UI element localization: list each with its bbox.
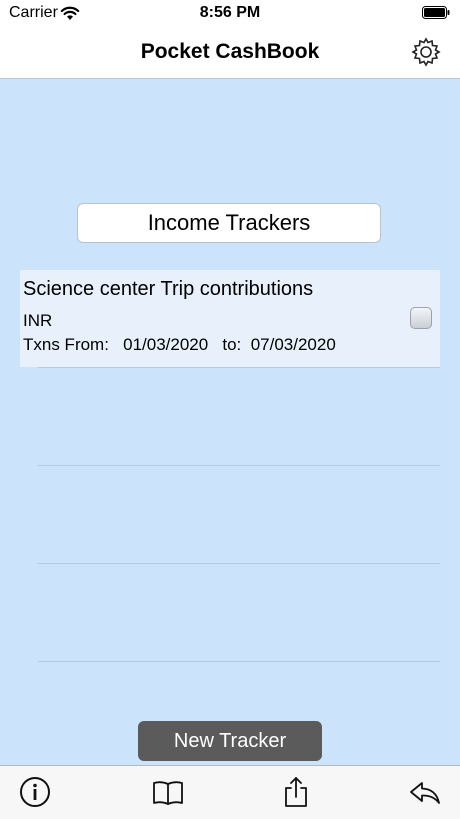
tracker-row[interactable]: Science center Trip contributions INR Tx… [20, 270, 440, 367]
nav-bar: Pocket CashBook [0, 26, 460, 79]
income-trackers-button[interactable]: Income Trackers [77, 203, 381, 243]
info-icon[interactable] [19, 776, 51, 808]
tracker-dates: Txns From: 01/03/2020 to: 07/03/2020 [23, 335, 336, 354]
battery-icon [422, 6, 450, 19]
list-separator [38, 465, 440, 466]
tracker-title: Science center Trip contributions [23, 278, 314, 300]
share-icon[interactable] [280, 776, 312, 808]
new-tracker-button[interactable]: New Tracker [138, 721, 322, 761]
status-bar: Carrier 8:56 PM [0, 0, 460, 26]
bottom-toolbar [0, 765, 460, 819]
list-separator [38, 563, 440, 564]
tracker-currency: INR [23, 311, 53, 330]
list-separator [38, 661, 440, 662]
status-time: 8:56 PM [199, 4, 261, 21]
reply-icon[interactable] [409, 776, 441, 808]
tracker-checkbox[interactable] [410, 307, 432, 329]
gear-icon[interactable] [410, 36, 442, 68]
page-title: Pocket CashBook [140, 40, 320, 63]
book-icon[interactable] [152, 776, 184, 808]
list-separator [38, 367, 440, 368]
